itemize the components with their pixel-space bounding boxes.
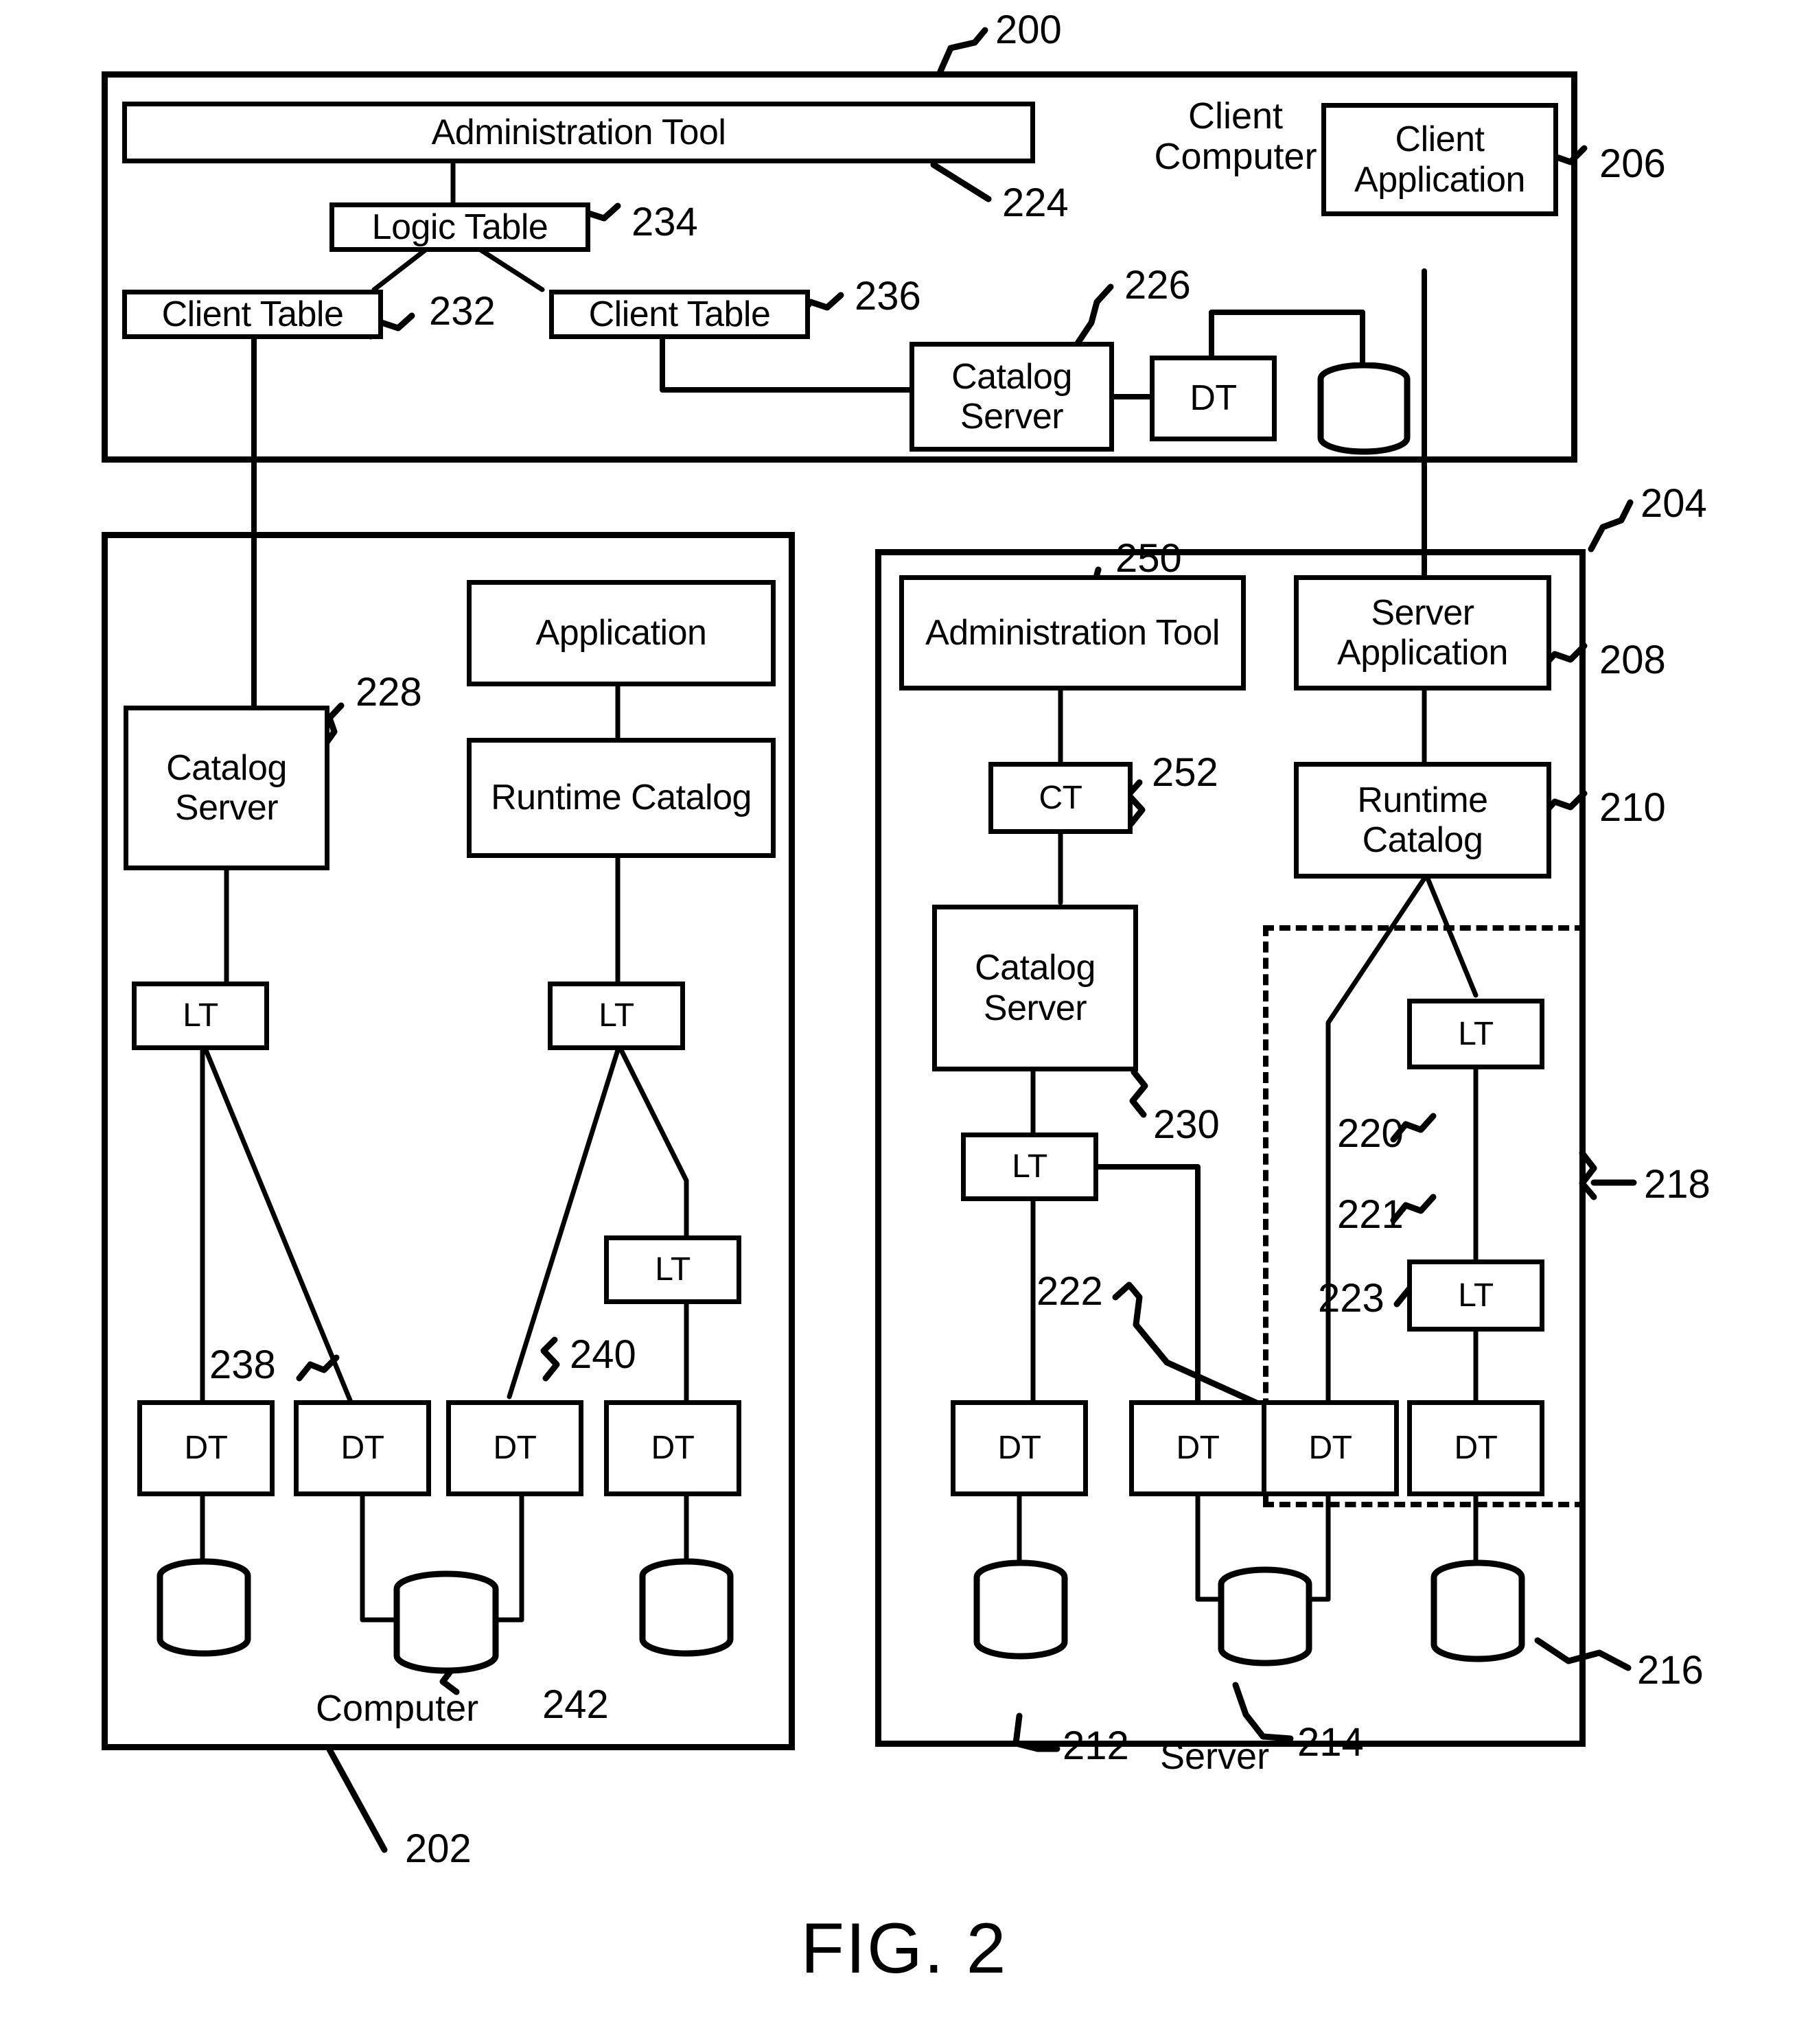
ref-200: 200 [995, 8, 1062, 52]
client-table-left[interactable]: Client Table [122, 290, 383, 339]
database-cylinder-server-3 [1426, 1559, 1529, 1664]
dt-computer-3[interactable]: DT [446, 1400, 583, 1496]
ref-228: 228 [356, 670, 422, 715]
database-cylinder-server-1 [969, 1559, 1072, 1661]
database-cylinder-client [1314, 362, 1414, 455]
lt-computer-lower[interactable]: LT [604, 1235, 741, 1304]
dt-computer-4[interactable]: DT [604, 1400, 741, 1496]
dt-client[interactable]: DT [1150, 356, 1277, 441]
client-table-right[interactable]: Client Table [549, 290, 810, 339]
ref-226: 226 [1124, 263, 1191, 307]
ref-222: 222 [1036, 1269, 1103, 1314]
ref-224: 224 [1002, 181, 1069, 225]
runtime-catalog-server[interactable]: Runtime Catalog [1294, 762, 1551, 879]
catalog-server-server[interactable]: Catalog Server [932, 905, 1138, 1071]
computer-panel-title: Computer [316, 1688, 479, 1729]
dt-server-1[interactable]: DT [951, 1400, 1088, 1496]
database-cylinder-server-2 [1214, 1566, 1317, 1668]
ref-208: 208 [1599, 638, 1666, 682]
ref-212: 212 [1063, 1723, 1129, 1768]
dt-server-2[interactable]: DT [1129, 1400, 1266, 1496]
dt-computer-2[interactable]: DT [294, 1400, 431, 1496]
ref-210: 210 [1599, 785, 1666, 830]
ref-220: 220 [1337, 1111, 1404, 1156]
catalog-server-computer[interactable]: Catalog Server [124, 706, 329, 870]
lt-server-lower[interactable]: LT [1407, 1259, 1544, 1332]
dt-computer-1[interactable]: DT [137, 1400, 275, 1496]
runtime-catalog-computer[interactable]: Runtime Catalog [467, 738, 776, 858]
ref-236: 236 [855, 274, 921, 318]
ref-221: 221 [1337, 1192, 1404, 1237]
ref-202: 202 [405, 1826, 472, 1871]
ref-234: 234 [631, 200, 698, 244]
ref-206: 206 [1599, 141, 1666, 186]
ref-240: 240 [570, 1332, 636, 1377]
server-application[interactable]: Server Application [1294, 575, 1551, 690]
ref-216: 216 [1637, 1648, 1704, 1693]
ref-230: 230 [1153, 1102, 1220, 1147]
database-cylinder-computer-3 [635, 1558, 738, 1658]
ref-214: 214 [1297, 1720, 1364, 1765]
logic-table[interactable]: Logic Table [329, 202, 590, 252]
administration-tool-server[interactable]: Administration Tool [899, 575, 1246, 690]
ref-250: 250 [1115, 536, 1182, 581]
application-computer[interactable]: Application [467, 580, 776, 686]
catalog-server-client[interactable]: Catalog Server [909, 342, 1114, 452]
lt-computer-right[interactable]: LT [548, 982, 685, 1050]
database-cylinder-computer-1 [152, 1558, 255, 1658]
figure-caption: FIG. 2 [800, 1909, 1008, 1988]
ref-218: 218 [1644, 1162, 1711, 1207]
ref-252: 252 [1152, 750, 1218, 795]
ref-238: 238 [209, 1343, 276, 1387]
lt-server-admin[interactable]: LT [961, 1133, 1098, 1201]
ct-server[interactable]: CT [988, 762, 1133, 834]
ref-223: 223 [1318, 1276, 1384, 1321]
dt-server-4[interactable]: DT [1407, 1400, 1544, 1496]
administration-tool-client[interactable]: Administration Tool [122, 102, 1035, 163]
patent-figure: 200 Client Computer Administration Tool … [0, 0, 1808, 2044]
ref-242: 242 [542, 1682, 609, 1727]
dt-server-3[interactable]: DT [1262, 1400, 1399, 1496]
ref-232: 232 [429, 289, 496, 334]
lt-computer-left[interactable]: LT [132, 982, 269, 1050]
client-application[interactable]: Client Application [1321, 103, 1558, 216]
lt-server-upper[interactable]: LT [1407, 999, 1544, 1069]
database-cylinder-computer-2 [388, 1570, 505, 1675]
ref-204: 204 [1641, 481, 1707, 526]
